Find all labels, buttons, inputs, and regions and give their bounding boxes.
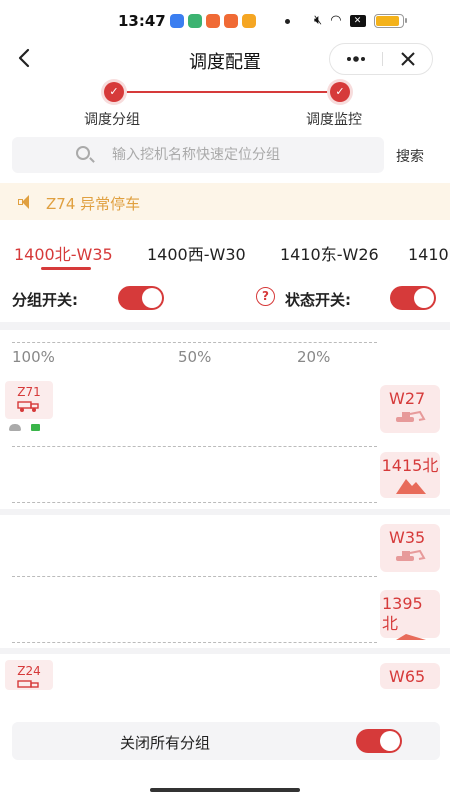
- point-card-w35[interactable]: W35: [380, 524, 440, 572]
- help-icon[interactable]: ?: [256, 287, 275, 306]
- work-app-icon: [188, 14, 202, 28]
- point-name: 1415北: [381, 456, 439, 475]
- machine-card-z24[interactable]: Z24: [5, 660, 53, 690]
- step-2-check-icon[interactable]: ✓: [330, 82, 350, 102]
- nav-bar: 调度配置: [0, 42, 450, 78]
- step-2-label[interactable]: 调度监控: [306, 109, 362, 129]
- machine-code: Z71: [17, 385, 41, 399]
- more-button[interactable]: [330, 44, 382, 74]
- status-app-icons: [170, 14, 256, 28]
- group-divider: [0, 648, 450, 654]
- battery-icon: [373, 14, 407, 28]
- machine-status-indicators: [9, 424, 40, 431]
- more-dots-icon: [347, 56, 365, 62]
- tab-1400-north-w35[interactable]: 1400北-W35: [14, 241, 113, 265]
- search-input[interactable]: [112, 145, 372, 165]
- search-button[interactable]: 搜索: [396, 146, 424, 166]
- alert-text: Z74 异常停车: [46, 195, 141, 213]
- tab-1410-east[interactable]: 1410东: [408, 241, 450, 265]
- point-name: W35: [389, 528, 426, 547]
- tab-1400-west-w30[interactable]: 1400西-W30: [147, 241, 246, 265]
- group-divider: [0, 509, 450, 515]
- group-switch-toggle[interactable]: [118, 286, 164, 310]
- close-all-groups-label: 关闭所有分组: [120, 734, 211, 752]
- point-name: W65: [389, 667, 426, 686]
- status-indicators: 🔇︎ ◠ ✕: [314, 13, 407, 29]
- step-indicator: ✓ ✓ 调度分组 调度监控: [0, 78, 450, 130]
- row-separator: [12, 642, 377, 643]
- mountain-icon: [396, 634, 426, 640]
- dump-truck-icon: [17, 401, 39, 412]
- machine-code: Z24: [17, 664, 41, 678]
- close-icon: [401, 52, 415, 66]
- mini-program-capsule: [329, 43, 433, 75]
- point-name: 1395北: [382, 594, 423, 633]
- group-tabs: 1400北-W35 1400西-W30 1410东-W26 1410东: [0, 230, 450, 274]
- speaker-icon: [18, 195, 34, 209]
- row-separator: [12, 446, 377, 447]
- battery-status-icon: [31, 424, 40, 431]
- close-all-groups-toggle[interactable]: [356, 729, 402, 753]
- active-tab-indicator: [41, 267, 91, 270]
- search-box[interactable]: [12, 137, 384, 173]
- mute-icon: 🔇︎: [314, 13, 323, 28]
- point-card-w65[interactable]: W65: [380, 663, 440, 689]
- status-switch-label: 状态开关:: [285, 291, 351, 309]
- delivery-app-icon-2: [224, 14, 238, 28]
- home-indicator[interactable]: [150, 788, 300, 792]
- close-all-groups-bar: 关闭所有分组: [12, 722, 440, 760]
- book-app-icon: [242, 14, 256, 28]
- dump-truck-icon: [17, 680, 39, 688]
- point-card-w27[interactable]: W27: [380, 385, 440, 433]
- status-bar: 13:47 🔇︎ ◠ ✕: [0, 0, 450, 42]
- mountain-icon: [396, 479, 426, 494]
- machine-card-z71[interactable]: Z71: [5, 381, 53, 419]
- section-divider: [0, 322, 450, 330]
- step-connector: [122, 91, 328, 93]
- row-separator: [12, 502, 377, 503]
- wifi-icon: ◠: [330, 13, 342, 28]
- status-time: 13:47: [118, 12, 166, 30]
- search-icon: [76, 146, 90, 160]
- scale-line: [12, 342, 377, 343]
- cloud-icon: [9, 424, 21, 431]
- step-1-label[interactable]: 调度分组: [84, 109, 140, 129]
- row-separator: [12, 576, 377, 577]
- point-card-1395-north[interactable]: 1395北: [380, 590, 440, 640]
- delivery-app-icon: [206, 14, 220, 28]
- switch-row: 分组开关: ? 状态开关:: [0, 282, 450, 316]
- excavator-icon: [396, 410, 426, 422]
- point-name: W27: [389, 389, 426, 408]
- scale-label-100: 100%: [12, 348, 55, 366]
- no-sim-icon: ✕: [349, 15, 366, 27]
- step-1-check-icon[interactable]: ✓: [104, 82, 124, 102]
- status-switch-toggle[interactable]: [390, 286, 436, 310]
- excavator-icon: [396, 549, 426, 561]
- tab-1410-east-w26[interactable]: 1410东-W26: [280, 241, 379, 265]
- scale-label-50: 50%: [178, 348, 212, 366]
- close-button[interactable]: [383, 44, 433, 74]
- alert-banner[interactable]: Z74 异常停车: [0, 183, 450, 220]
- group-switch-label: 分组开关:: [12, 291, 78, 309]
- point-card-1415-north[interactable]: 1415北: [380, 452, 440, 498]
- chat-app-icon: [170, 14, 184, 28]
- notification-dot-icon: [285, 19, 290, 24]
- scale-label-20: 20%: [297, 348, 331, 366]
